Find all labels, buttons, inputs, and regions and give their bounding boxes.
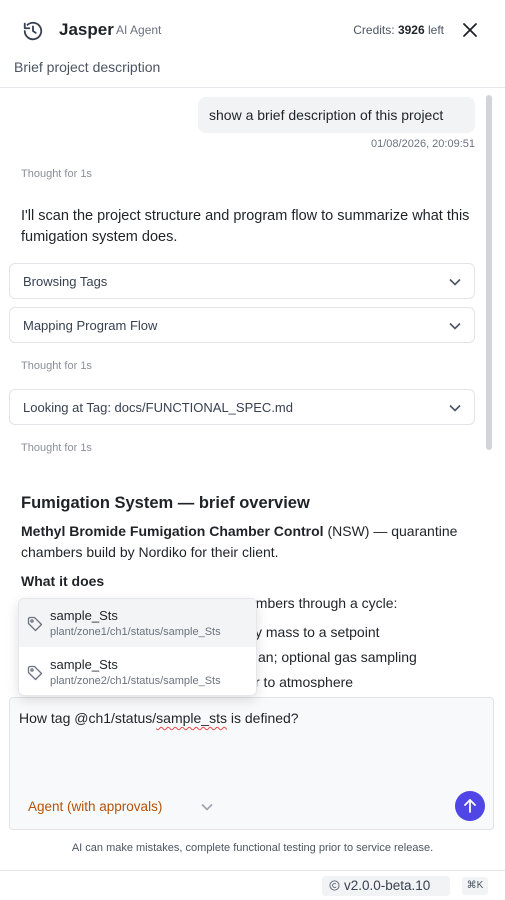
send-button[interactable]: [455, 791, 485, 821]
arrow-up-icon: [464, 799, 476, 813]
overview-partial-text: umbers through a cycle:: [248, 595, 398, 611]
overview-partial-text: y mass to a setpoint: [255, 624, 380, 640]
overview-heading: Fumigation System — brief overview: [21, 494, 310, 512]
chat-scrollbar[interactable]: [486, 95, 492, 450]
spellcheck-word: sample_sts: [156, 710, 227, 726]
message-input[interactable]: How tag @ch1/status/sample_sts is define…: [9, 697, 494, 830]
close-icon[interactable]: [461, 21, 479, 39]
credits-display: Credits: 3926 left: [353, 23, 444, 37]
chevron-down-icon: [449, 322, 461, 330]
history-icon[interactable]: [22, 20, 44, 42]
step-browsing-tags[interactable]: Browsing Tags: [9, 263, 475, 299]
step-label: Looking at Tag: docs/FUNCTIONAL_SPEC.md: [23, 400, 293, 415]
tag-icon: [27, 665, 43, 681]
shortcut-badge[interactable]: ⌘K: [462, 877, 488, 895]
step-looking-at-tag[interactable]: Looking at Tag: docs/FUNCTIONAL_SPEC.md: [9, 389, 475, 425]
user-message: show a brief description of this project: [198, 97, 475, 133]
agent-name: Jasper: [59, 20, 114, 39]
agent-role: AI Agent: [116, 23, 162, 37]
thought-indicator: Thought for 1s: [21, 442, 92, 454]
conversation-title: Brief project description: [14, 59, 161, 75]
credits-suffix: left: [427, 23, 444, 37]
step-label: Mapping Program Flow: [23, 318, 158, 333]
tag-name: sample_Sts: [50, 657, 118, 672]
agent-mode-label: Agent (with approvals): [28, 799, 163, 814]
overview-partial-text: an; optional gas sampling: [258, 649, 417, 665]
assistant-reply: I'll scan the project structure and prog…: [21, 208, 470, 245]
tag-path: plant/zone1/ch1/status/sample_Sts: [50, 626, 221, 638]
chevron-down-icon: [449, 278, 461, 286]
version-badge: v2.0.0-beta.10: [322, 876, 450, 896]
input-text-after: is defined?: [226, 710, 299, 726]
message-timestamp: 01/08/2026, 20:09:51: [371, 138, 475, 150]
tag-path: plant/zone2/ch1/status/sample_Sts: [50, 675, 221, 687]
tag-icon: [27, 616, 43, 632]
copyright-icon: [329, 880, 340, 891]
tag-name: sample_Sts: [50, 608, 118, 623]
tag-suggestion-popup: sample_Sts plant/zone1/ch1/status/sample…: [18, 598, 257, 696]
step-label: Browsing Tags: [23, 274, 108, 289]
overview-desc-bold: Methyl Bromide Fumigation Chamber Contro…: [21, 523, 324, 539]
thought-indicator: Thought for 1s: [21, 360, 92, 372]
ai-disclaimer: AI can make mistakes, complete functiona…: [71, 842, 434, 854]
tag-suggestion-item[interactable]: sample_Sts plant/zone2/ch1/status/sample…: [19, 648, 256, 695]
chevron-down-icon: [201, 803, 213, 811]
step-mapping-program-flow[interactable]: Mapping Program Flow: [9, 307, 475, 343]
overview-description: Methyl Bromide Fumigation Chamber Contro…: [21, 521, 471, 563]
input-text-before: How tag @ch1/status/: [19, 710, 157, 726]
agent-mode-select[interactable]: Agent (with approvals): [20, 793, 215, 821]
thought-indicator: Thought for 1s: [21, 168, 92, 180]
chevron-down-icon: [449, 404, 461, 412]
credits-value: 3926: [397, 23, 425, 37]
credits-label: Credits:: [353, 23, 395, 37]
overview-partial-text: r to atmosphere: [255, 674, 354, 688]
what-it-does-heading: What it does: [21, 573, 105, 589]
tag-suggestion-item[interactable]: sample_Sts plant/zone1/ch1/status/sample…: [19, 599, 256, 647]
message-input-text[interactable]: How tag @ch1/status/sample_sts is define…: [19, 710, 299, 726]
header: Jasper AI Agent Credits: 3926 left Brief…: [0, 0, 505, 88]
